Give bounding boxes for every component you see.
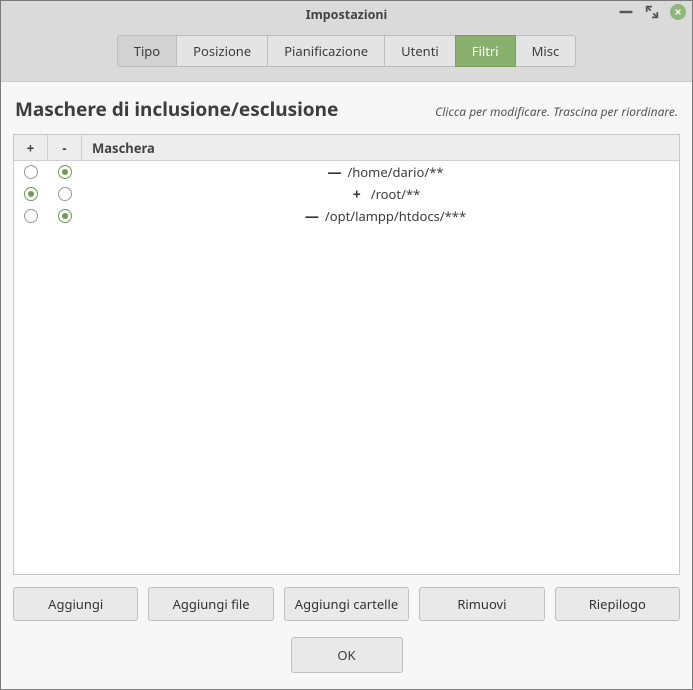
table-row[interactable]: — /home/dario/**: [14, 161, 679, 183]
settings-window: Impostazioni TipoPosizionePianificazione…: [0, 0, 693, 690]
tab-pianificazione[interactable]: Pianificazione: [267, 35, 385, 67]
include-radio[interactable]: [14, 187, 48, 201]
remove-button[interactable]: Rimuovi: [419, 587, 544, 621]
col-include[interactable]: +: [14, 135, 48, 160]
table-row[interactable]: — /opt/lampp/htdocs/***: [14, 205, 679, 227]
minus-icon: —: [327, 163, 339, 182]
include-radio[interactable]: [14, 209, 48, 223]
add-file-button[interactable]: Aggiungi file: [148, 587, 273, 621]
include-radio[interactable]: [14, 165, 48, 179]
plus-icon: +: [351, 185, 363, 204]
titlebar: Impostazioni: [1, 1, 692, 27]
header-row: Maschere di inclusione/esclusione Clicca…: [1, 82, 692, 134]
minus-icon: —: [305, 207, 317, 226]
pattern-cell[interactable]: — /opt/lampp/htdocs/***: [82, 207, 679, 226]
page-heading: Maschere di inclusione/esclusione: [15, 96, 338, 122]
col-exclude[interactable]: -: [48, 135, 82, 160]
pattern-text: /root/**: [371, 185, 421, 203]
window-title: Impostazioni: [306, 6, 388, 23]
tab-posizione[interactable]: Posizione: [176, 35, 268, 67]
pattern-text: /home/dario/**: [347, 163, 443, 181]
close-button[interactable]: [670, 4, 686, 20]
tab-utenti[interactable]: Utenti: [384, 35, 456, 67]
tab-misc[interactable]: Misc: [515, 35, 577, 67]
pattern-cell[interactable]: + /root/**: [82, 185, 679, 204]
add-button[interactable]: Aggiungi: [13, 587, 138, 621]
content-area: Maschere di inclusione/esclusione Clicca…: [1, 81, 692, 689]
pattern-text: /opt/lampp/htdocs/***: [325, 207, 466, 225]
add-folders-button[interactable]: Aggiungi cartelle: [284, 587, 409, 621]
summary-button[interactable]: Riepilogo: [555, 587, 680, 621]
pattern-grid: + - Maschera — /home/dario/** + /root/** — /o…: [13, 134, 680, 575]
dialog-buttons: OK: [1, 633, 692, 689]
tab-tipo[interactable]: Tipo: [117, 35, 177, 67]
exclude-radio[interactable]: [48, 187, 82, 201]
pattern-cell[interactable]: — /home/dario/**: [82, 163, 679, 182]
window-controls: [618, 4, 686, 20]
exclude-radio[interactable]: [48, 209, 82, 223]
grid-header: + - Maschera: [14, 135, 679, 161]
action-buttons: Aggiungi Aggiungi file Aggiungi cartelle…: [1, 575, 692, 633]
maximize-button[interactable]: [644, 4, 660, 20]
col-mask[interactable]: Maschera: [82, 135, 679, 160]
exclude-radio[interactable]: [48, 165, 82, 179]
hint-text: Clicca per modificare. Trascina per rior…: [435, 103, 678, 120]
ok-button[interactable]: OK: [291, 637, 403, 673]
minimize-button[interactable]: [618, 4, 634, 20]
grid-body: — /home/dario/** + /root/** — /opt/lampp/htdo…: [14, 161, 679, 574]
tab-filtri[interactable]: Filtri: [455, 35, 516, 67]
tabbar: TipoPosizionePianificazioneUtentiFiltriM…: [1, 27, 692, 81]
table-row[interactable]: + /root/**: [14, 183, 679, 205]
